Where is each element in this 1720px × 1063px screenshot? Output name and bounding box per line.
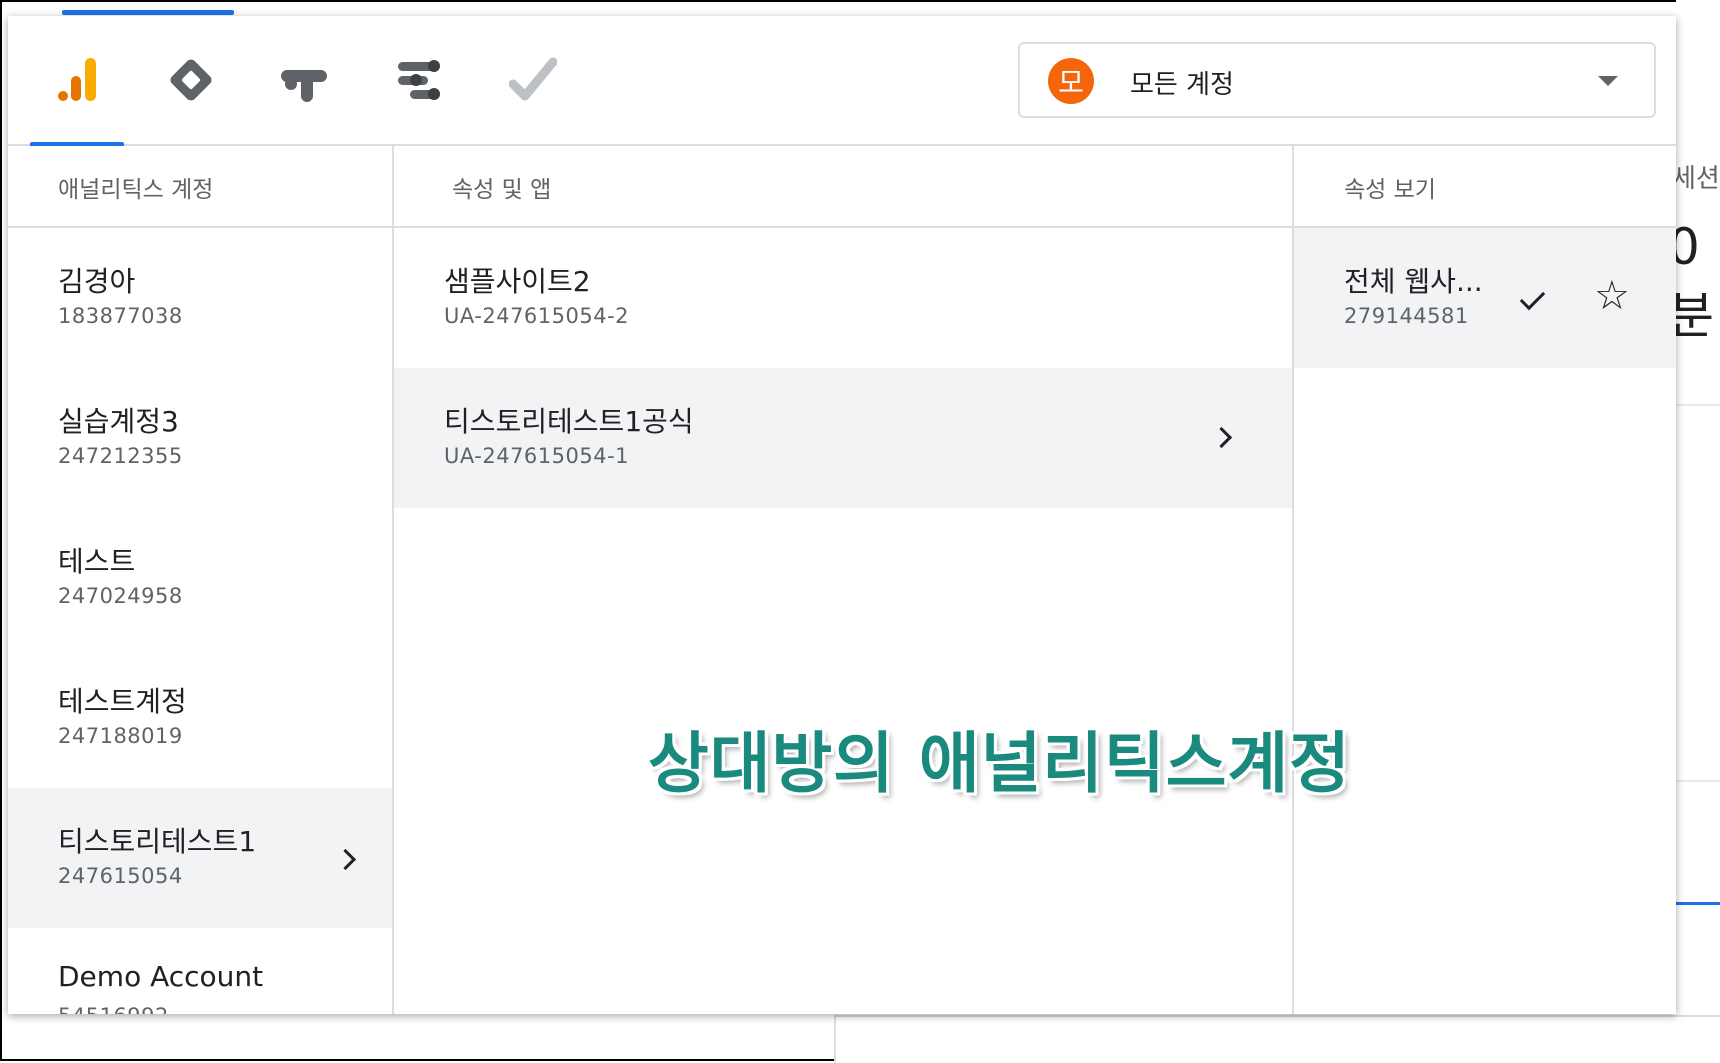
account-id: 247212355 [58, 444, 183, 468]
accounts-column-header: 애널리틱스 계정 [8, 146, 392, 228]
account-name: 테스트 [58, 545, 136, 578]
views-column-header: 속성 보기 [1294, 146, 1676, 228]
view-row-selected[interactable]: 전체 웹사... 279144581 ☆ [1294, 228, 1676, 368]
background-card [834, 1015, 1720, 1063]
account-id: 247615054 [58, 864, 183, 888]
account-row[interactable]: 실습계정3 247212355 [8, 368, 392, 508]
property-row[interactable]: 샘플사이트2 UA-247615054-2 [394, 228, 1292, 368]
avatar: 모 [1048, 58, 1094, 104]
account-selector[interactable]: 모 모든 계정 [1018, 42, 1656, 118]
account-row[interactable]: 테스트 247024958 [8, 508, 392, 648]
background-divider [1676, 404, 1720, 406]
account-id: 247024958 [58, 584, 183, 608]
account-row[interactable]: 김경아 183877038 [8, 228, 392, 368]
account-name: Demo Account [58, 960, 264, 993]
properties-column-header: 속성 및 앱 [394, 146, 1292, 228]
surveys-icon [509, 57, 557, 101]
properties-column: 속성 및 앱 샘플사이트2 UA-247615054-2 티스토리테스트1공식 … [394, 146, 1294, 1014]
views-column: 속성 보기 전체 웹사... 279144581 ☆ [1294, 146, 1676, 1014]
check-icon [1519, 284, 1546, 311]
account-row-selected[interactable]: 티스토리테스트1 247615054 [8, 788, 392, 928]
view-id: 279144581 [1344, 304, 1469, 328]
account-name: 테스트계정 [58, 685, 187, 718]
tag-manager-icon [170, 59, 212, 101]
property-id: UA-247615054-2 [444, 304, 630, 328]
analytics-icon [58, 58, 96, 101]
property-row-selected[interactable]: 티스토리테스트1공식 UA-247615054-1 [394, 368, 1292, 508]
data-studio-icon [398, 60, 440, 100]
account-id: 183877038 [58, 304, 183, 328]
chevron-right-icon [334, 848, 357, 871]
background-chart-line [1676, 902, 1720, 905]
account-name: 김경아 [58, 265, 136, 298]
tab-optimize[interactable] [250, 16, 360, 144]
account-id: 247188019 [58, 724, 183, 748]
account-row[interactable]: 테스트계정 247188019 [8, 648, 392, 788]
accounts-column: 애널리틱스 계정 김경아 183877038 실습계정3 247212355 테… [8, 146, 394, 1014]
caption-overlay: 상대방의 애널리틱스계정 [648, 725, 1351, 802]
account-id: 54516992 [58, 1004, 169, 1014]
account-selector-label: 모든 계정 [1130, 70, 1234, 100]
tab-surveys[interactable] [478, 16, 588, 144]
star-icon[interactable]: ☆ [1594, 276, 1630, 316]
account-name: 티스토리테스트1 [58, 825, 257, 858]
chevron-down-icon [1598, 76, 1618, 86]
property-name: 티스토리테스트1공식 [444, 405, 694, 438]
property-name: 샘플사이트2 [444, 265, 591, 298]
tab-analytics[interactable] [22, 16, 132, 146]
background-metric-label: 세션 [1672, 164, 1720, 194]
account-picker-dialog: 모 모든 계정 애널리틱스 계정 김경아 183877038 실습계정3 247… [8, 16, 1676, 1014]
optimize-icon [281, 70, 327, 102]
view-name: 전체 웹사... [1344, 265, 1483, 298]
account-name: 실습계정3 [58, 405, 179, 438]
property-id: UA-247615054-1 [444, 444, 630, 468]
chevron-right-icon [1210, 426, 1233, 449]
tab-data-studio[interactable] [364, 16, 474, 144]
tab-tag-manager[interactable] [136, 16, 246, 144]
product-tabs: 모 모든 계정 [8, 16, 1676, 146]
background-divider [1676, 780, 1720, 782]
account-row[interactable]: Demo Account 54516992 [8, 928, 392, 1014]
background-tab-indicator [62, 10, 234, 15]
